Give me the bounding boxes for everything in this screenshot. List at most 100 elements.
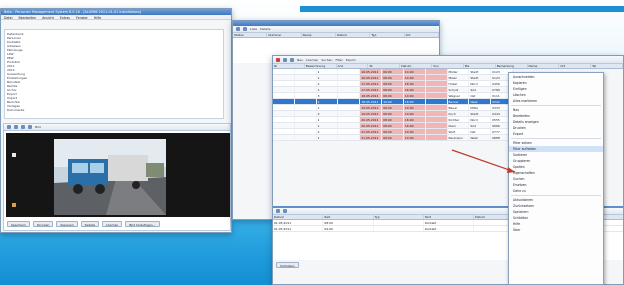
column-header[interactable]: Bemerkung <box>496 64 528 68</box>
main-toolbar: Neu Löschen Suchen Filter Export <box>273 56 623 64</box>
table-cell <box>273 75 295 80</box>
close-button[interactable]: Schließen <box>276 262 299 268</box>
table-cell <box>338 87 361 92</box>
column-header[interactable]: Nr <box>273 64 305 68</box>
table-cell: 2 <box>317 111 339 116</box>
viewer-save-button[interactable]: Speichern <box>7 221 30 227</box>
context-menu-item[interactable]: Alles markieren <box>509 98 603 104</box>
table-cell <box>295 87 317 92</box>
viewer-panel: Bild Speichern Drucken Kopieren Details … <box>3 123 231 231</box>
new-icon[interactable] <box>236 27 240 31</box>
viewer-print-button[interactable]: Drucken <box>32 221 54 227</box>
table-cell: 16.05.2011 <box>360 75 383 80</box>
search-icon[interactable] <box>290 57 294 62</box>
table-cell: 16.05.2011 <box>360 69 383 74</box>
table-cell: Ost <box>469 129 492 134</box>
menu-extras[interactable]: Extras <box>60 16 70 20</box>
column-header[interactable]: Text <box>424 215 475 219</box>
table-cell: 08:00 <box>382 87 404 92</box>
table-cell: 06:00 <box>382 75 404 80</box>
table-cell: 1 <box>317 117 339 122</box>
table-cell <box>338 123 361 128</box>
column-header[interactable]: Datum <box>273 215 324 219</box>
navigation-tree[interactable]: Datenbank Personen Kontakte Adressen Fah… <box>4 29 224 119</box>
toolbar-export[interactable]: Export <box>346 58 356 62</box>
delete-icon[interactable] <box>283 57 287 62</box>
viewer-add-image-button[interactable]: Bild hinzufügen... <box>125 221 160 227</box>
toolbar-filter[interactable]: Filter <box>335 58 342 62</box>
viewer-details-button[interactable]: Details <box>80 221 100 227</box>
viewer-buttons: Speichern Drucken Kopieren Details Lösch… <box>4 219 163 229</box>
table-cell: 14:00 <box>403 111 426 116</box>
column-header[interactable]: Ort <box>405 33 439 37</box>
table-cell: Meier <box>448 75 470 80</box>
toolbar-search[interactable]: Suchen <box>321 58 332 62</box>
column-header[interactable]: Typ <box>374 215 424 219</box>
viewer-delete-button[interactable]: Löschen <box>102 221 123 227</box>
table-cell <box>295 105 317 110</box>
table-cell <box>273 69 295 74</box>
column-header[interactable]: Name <box>528 64 560 68</box>
context-menu-item[interactable]: Gehe zu <box>509 188 603 194</box>
middle-tab-details[interactable]: Details <box>260 27 270 31</box>
table-cell <box>295 75 317 80</box>
table-cell <box>273 93 295 98</box>
table-cell: Becker <box>448 99 470 104</box>
context-menu-item[interactable]: Export <box>509 131 603 137</box>
column-header[interactable]: Name <box>302 33 336 37</box>
table-cell: Mitte <box>469 105 492 110</box>
menu-datei[interactable]: Datei <box>4 16 13 20</box>
table-cell: Ost <box>469 93 492 98</box>
print-icon[interactable] <box>28 125 32 129</box>
table-row[interactable]: 1 21.05.2011 06:00 14:00 Neumann West 0888 <box>273 135 513 141</box>
table-cell: 16:00 <box>403 123 426 128</box>
table-cell: Kontakt <box>424 226 475 231</box>
column-header[interactable]: Zeit <box>323 215 374 219</box>
zoom-in-icon[interactable] <box>7 125 11 129</box>
viewer-copy-button[interactable]: Kopieren <box>56 221 78 227</box>
toolbar-new[interactable]: Neu <box>297 58 303 62</box>
toolbar-delete[interactable]: Löschen <box>306 58 318 62</box>
menu-fenster[interactable]: Fenster <box>76 16 88 20</box>
table-cell <box>425 69 448 74</box>
new-record-icon[interactable] <box>276 57 280 62</box>
table-cell <box>425 81 448 86</box>
column-header[interactable]: Bis <box>464 64 496 68</box>
column-header[interactable]: Status <box>233 33 268 37</box>
column-header[interactable]: Von <box>432 64 464 68</box>
edit-entry-icon[interactable] <box>283 209 287 213</box>
table-cell: 06:00 <box>382 93 404 98</box>
zoom-out-icon[interactable] <box>14 125 18 129</box>
menu-ansicht[interactable]: Ansicht <box>42 16 54 20</box>
table-cell: 18:00 <box>403 99 426 104</box>
table-cell: 16:00 <box>403 81 426 86</box>
table-cell: 18.05.2011 <box>360 99 383 104</box>
table-cell: West <box>469 99 492 104</box>
column-header[interactable]: Ort <box>559 64 592 68</box>
column-header[interactable]: Datum <box>336 33 371 37</box>
open-icon[interactable] <box>243 27 247 31</box>
table-cell <box>425 111 448 116</box>
table-cell: 08:00 <box>323 220 374 225</box>
table-cell: 14:00 <box>403 135 426 140</box>
tree-item[interactable]: Dokumente <box>7 108 221 112</box>
middle-tab-list[interactable]: Liste <box>250 27 257 31</box>
column-header[interactable]: Datum <box>400 64 433 68</box>
menu-hilfe[interactable]: Hilfe <box>94 16 101 20</box>
context-menu-item[interactable]: Über <box>509 227 603 233</box>
main-grid-body[interactable]: 1 16.05.2011 06:00 14:00 Müller Stadt 0123 1 16.… <box>273 69 513 141</box>
add-entry-icon[interactable] <box>276 209 280 213</box>
table-cell: 10:00 <box>382 99 404 104</box>
menu-bearbeiten[interactable]: Bearbeiten <box>19 16 37 20</box>
column-header[interactable]: St <box>368 64 401 68</box>
column-header[interactable]: Bezeichnung <box>305 64 337 68</box>
table-cell <box>295 69 317 74</box>
table-cell <box>295 93 317 98</box>
column-header[interactable]: Tel <box>591 64 623 68</box>
column-header[interactable]: Nummer <box>267 33 302 37</box>
column-header[interactable]: Anz <box>337 64 369 68</box>
table-cell: Wolf <box>448 129 470 134</box>
column-header[interactable]: Typ <box>370 33 405 37</box>
image-viewer[interactable] <box>6 133 230 217</box>
rotate-icon[interactable] <box>21 125 25 129</box>
